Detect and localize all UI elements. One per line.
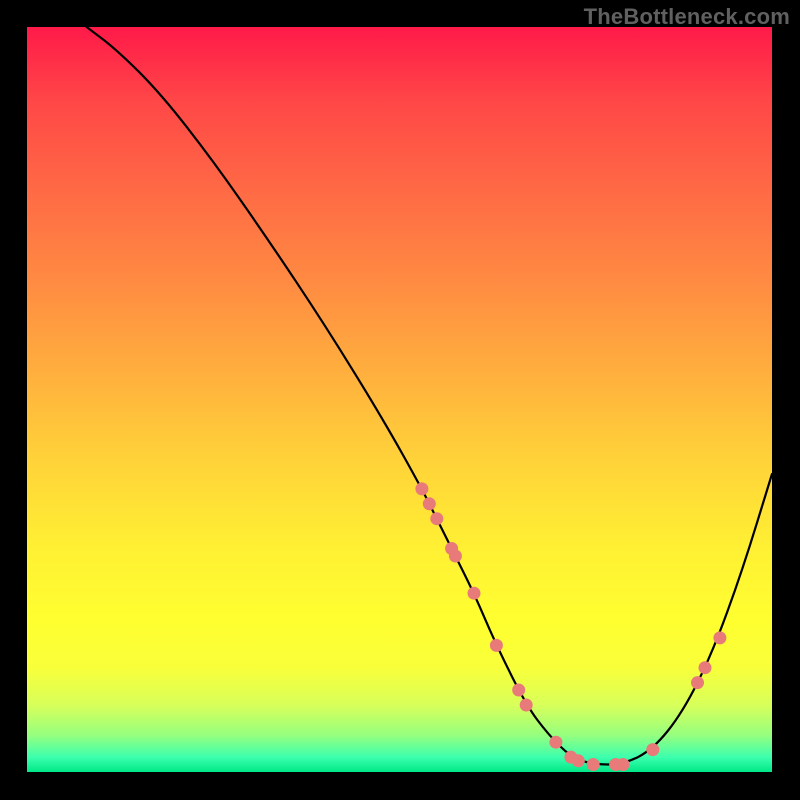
marker-dot <box>468 587 481 600</box>
marker-dot <box>713 631 726 644</box>
marker-dot <box>415 482 428 495</box>
marker-dots-group <box>415 482 726 771</box>
marker-dot <box>449 550 462 563</box>
marker-dot <box>617 758 630 771</box>
marker-dot <box>512 684 525 697</box>
marker-dot <box>572 754 585 767</box>
marker-dot <box>520 699 533 712</box>
gradient-plot-area <box>27 27 772 772</box>
marker-dot <box>587 758 600 771</box>
marker-dot <box>691 676 704 689</box>
bottleneck-curve <box>87 27 772 765</box>
marker-dot <box>430 512 443 525</box>
marker-dot <box>423 497 436 510</box>
marker-dot <box>490 639 503 652</box>
marker-dot <box>549 736 562 749</box>
marker-dot <box>699 661 712 674</box>
watermark-text: TheBottleneck.com <box>584 4 790 30</box>
chart-svg <box>27 27 772 772</box>
marker-dot <box>646 743 659 756</box>
